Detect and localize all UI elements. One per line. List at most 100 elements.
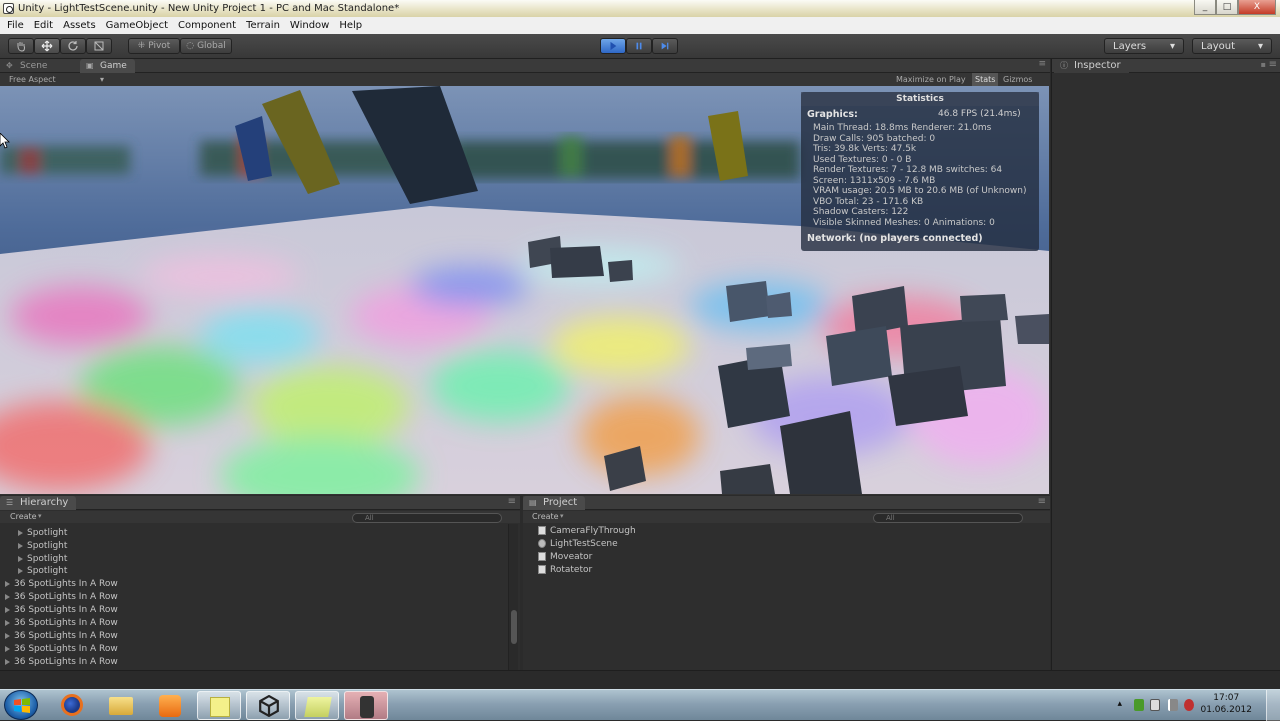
create-arrow-icon: ▾ [38, 512, 42, 520]
tray-shield-icon[interactable] [1134, 699, 1144, 711]
rotate-tool-button[interactable] [60, 38, 86, 54]
taskbar-clock[interactable]: 17:07 01.06.2012 [1200, 692, 1252, 716]
create-arrow-icon: ▾ [560, 512, 564, 520]
expand-arrow-icon[interactable] [5, 606, 10, 613]
tab-inspector[interactable]: ⓘ Inspector [1054, 59, 1129, 73]
panel-menu-icon[interactable]: ≡ [1269, 59, 1277, 70]
panel-menu-icon[interactable]: ≡ [1038, 59, 1046, 69]
stat-line: Used Textures: 0 - 0 B [813, 154, 912, 165]
pause-button[interactable] [626, 38, 652, 54]
aspect-dropdown[interactable]: Free Aspect [9, 73, 56, 86]
project-create-button[interactable]: Create [532, 512, 559, 521]
gizmos-toggle[interactable]: Gizmos [1003, 73, 1032, 86]
taskbar-explorer[interactable] [99, 691, 143, 720]
expand-arrow-icon[interactable] [5, 580, 10, 587]
menu-file[interactable]: File [2, 20, 29, 31]
global-icon: ◌ [186, 41, 195, 51]
tab-project[interactable]: ▤ Project [523, 496, 586, 510]
list-item-label: 36 SpotLights In A Row [14, 579, 118, 589]
expand-arrow-icon[interactable] [18, 555, 23, 562]
list-item[interactable]: Moveator [538, 551, 592, 563]
taskbar-stickies[interactable] [295, 691, 339, 720]
global-toggle[interactable]: ◌ Global [180, 38, 232, 54]
dropdown-arrow-icon: ▾ [1169, 40, 1175, 52]
project-panel: ▤ Project ≡ Create ▾ All [523, 496, 1050, 670]
move-arrows-icon [41, 40, 53, 52]
window-controls: _ □ X [1194, 0, 1276, 15]
list-item[interactable]: LightTestScene [538, 538, 618, 550]
scale-tool-button[interactable] [86, 38, 112, 54]
list-item[interactable]: 36 SpotLights In A Row [5, 591, 118, 603]
panel-menu-icon[interactable]: ≡ [1038, 496, 1046, 507]
maximize-button[interactable]: □ [1216, 0, 1238, 15]
expand-arrow-icon[interactable] [18, 542, 23, 549]
scene-icon: ✥ [6, 61, 13, 70]
scrollbar-thumb[interactable] [511, 610, 517, 644]
hierarchy-create-button[interactable]: Create [10, 512, 37, 521]
layers-dropdown[interactable]: Layers ▾ [1104, 38, 1184, 54]
list-item[interactable]: 36 SpotLights In A Row [5, 578, 118, 590]
close-button[interactable]: X [1238, 0, 1276, 15]
game-view-bar: Free Aspect ▾ Maximize on Play Stats Giz… [0, 73, 1050, 86]
expand-arrow-icon[interactable] [5, 619, 10, 626]
list-item[interactable]: 36 SpotLights In A Row [5, 604, 118, 616]
list-item[interactable]: CameraFlyThrough [538, 525, 636, 537]
show-desktop-button[interactable] [1266, 690, 1280, 721]
list-item-label: Rotatetor [550, 565, 593, 575]
minimize-button[interactable]: _ [1194, 0, 1216, 15]
tab-scene[interactable]: ✥ Scene [0, 59, 55, 73]
list-item[interactable]: Spotlight [18, 527, 67, 539]
list-item[interactable]: Spotlight [18, 565, 67, 577]
list-item[interactable]: 36 SpotLights In A Row [5, 617, 118, 629]
tab-hierarchy[interactable]: ☰ Hierarchy [0, 496, 77, 510]
list-item[interactable]: 36 SpotLights In A Row [5, 643, 118, 655]
expand-arrow-icon[interactable] [5, 632, 10, 639]
menu-edit[interactable]: Edit [29, 20, 58, 31]
start-button[interactable] [4, 690, 38, 720]
expand-arrow-icon[interactable] [18, 529, 23, 536]
main-toolbar: ⁜ Pivot ◌ Global Layers ▾ Layout ▾ [0, 34, 1280, 59]
list-item[interactable]: 36 SpotLights In A Row [5, 630, 118, 642]
expand-arrow-icon[interactable] [5, 645, 10, 652]
tray-arrow-icon[interactable]: ▴ [1117, 699, 1122, 709]
expand-arrow-icon[interactable] [5, 658, 10, 665]
hand-tool-button[interactable] [8, 38, 34, 54]
menu-terrain[interactable]: Terrain [241, 20, 285, 31]
tray-volume-icon[interactable] [1184, 699, 1194, 711]
menu-window[interactable]: Window [285, 20, 334, 31]
pause-icon [636, 42, 642, 50]
taskbar-unity[interactable] [246, 691, 290, 720]
list-item[interactable]: Spotlight [18, 553, 67, 565]
expand-arrow-icon[interactable] [5, 593, 10, 600]
tray-network-icon[interactable] [1168, 699, 1178, 711]
list-item[interactable]: Spotlight [18, 540, 67, 552]
list-item[interactable]: Rotatetor [538, 564, 592, 576]
move-tool-button[interactable] [34, 38, 60, 54]
taskbar-recorder[interactable] [344, 691, 388, 720]
taskbar-firefox[interactable] [50, 691, 94, 720]
menu-component[interactable]: Component [173, 20, 241, 31]
tab-game[interactable]: ▣ Game [80, 59, 135, 73]
stats-toggle[interactable]: Stats [972, 73, 999, 86]
hierarchy-search-input[interactable]: All [352, 513, 502, 523]
pivot-toggle[interactable]: ⁜ Pivot [128, 38, 180, 54]
menu-assets[interactable]: Assets [58, 20, 101, 31]
tray-device-icon[interactable] [1150, 699, 1160, 711]
taskbar-media-player[interactable] [148, 691, 192, 720]
layout-dropdown[interactable]: Layout ▾ [1192, 38, 1272, 54]
menu-gameobject[interactable]: GameObject [101, 20, 173, 31]
panel-menu-icon[interactable]: ≡ [508, 496, 516, 507]
project-search-input[interactable]: All [873, 513, 1023, 523]
maximize-on-play-toggle[interactable]: Maximize on Play [896, 73, 966, 86]
list-item[interactable]: 36 SpotLights In A Row [5, 656, 118, 668]
expand-arrow-icon[interactable] [18, 567, 23, 574]
hierarchy-scrollbar[interactable] [508, 524, 518, 670]
hand-icon [17, 42, 25, 52]
menu-help[interactable]: Help [334, 20, 367, 31]
rotate-icon [68, 41, 78, 51]
taskbar-notes[interactable] [197, 691, 241, 720]
lock-icon[interactable]: ▪ [1261, 60, 1266, 69]
list-item-label: 36 SpotLights In A Row [14, 644, 118, 654]
step-button[interactable] [652, 38, 678, 54]
play-button[interactable] [600, 38, 626, 54]
